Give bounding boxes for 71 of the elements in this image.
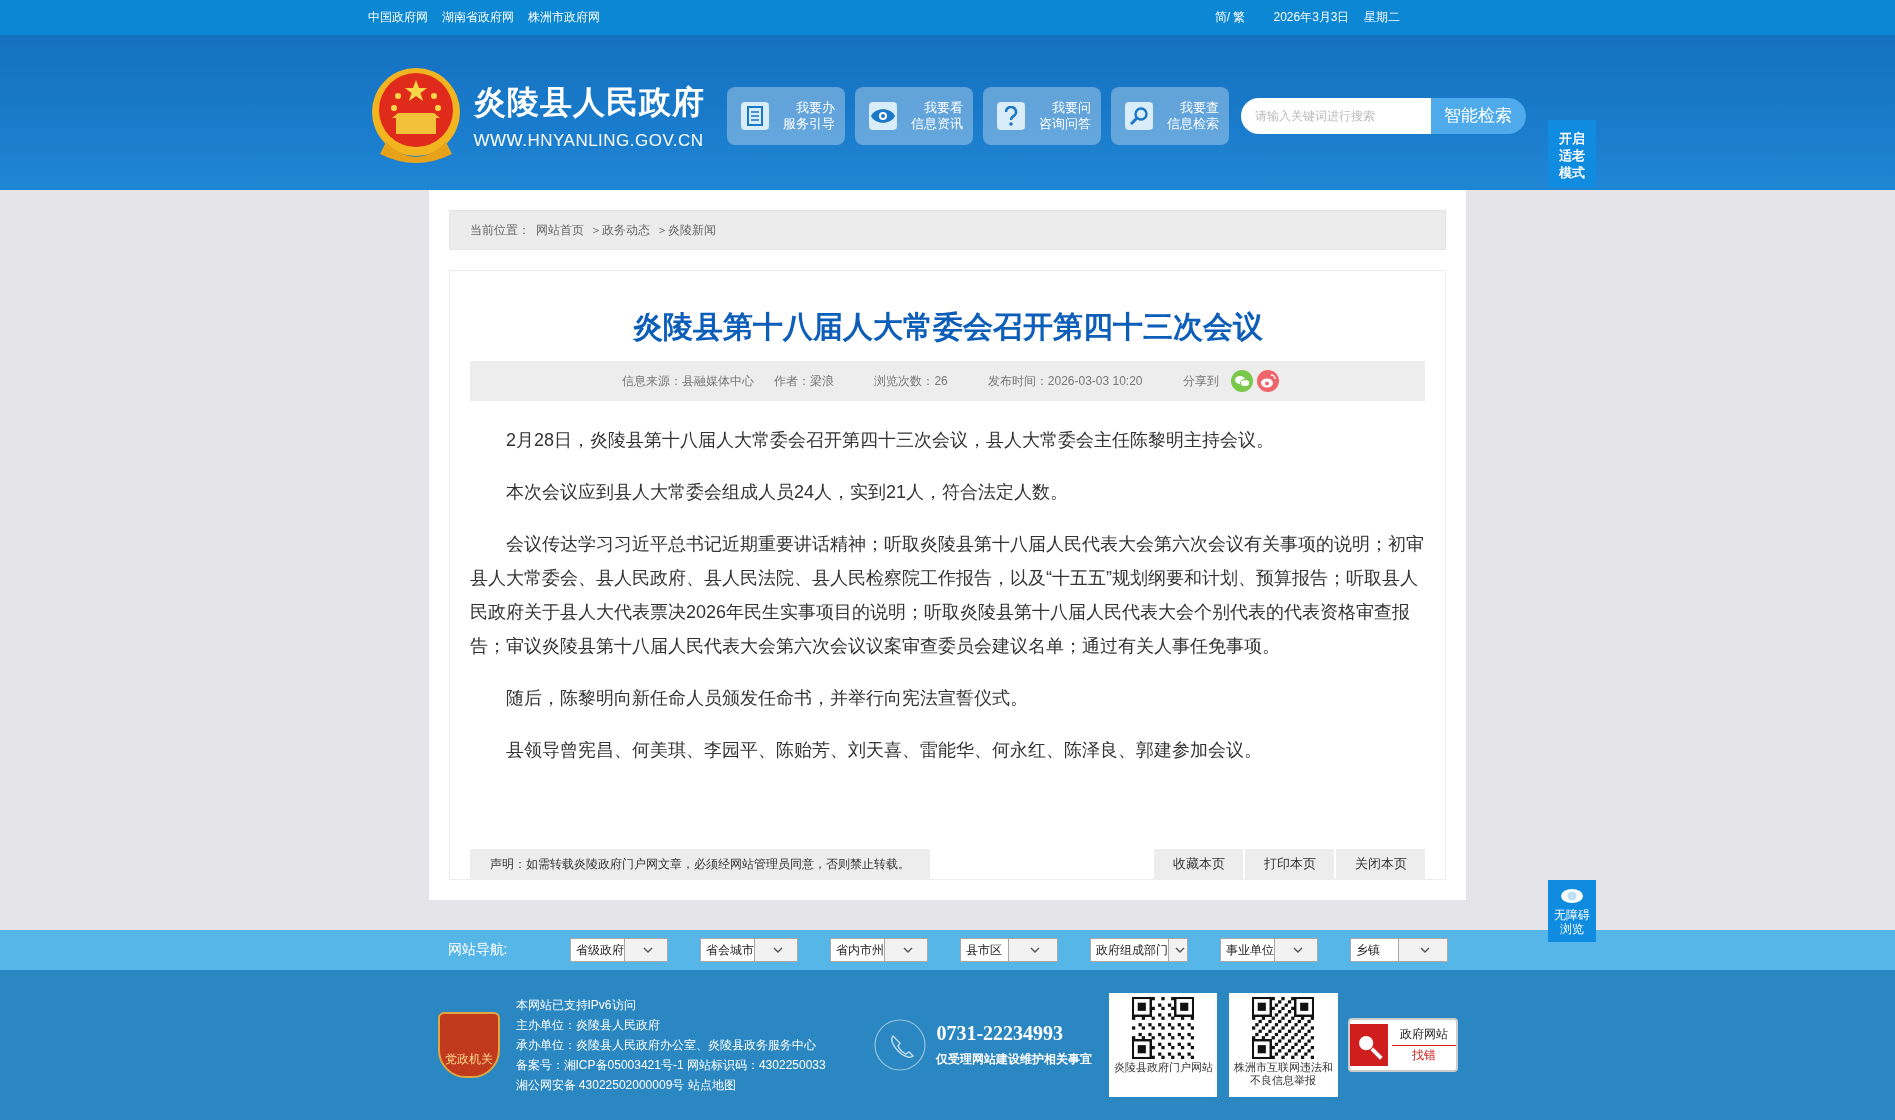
footer-info-line: 本网站已支持IPv6访问: [515, 997, 637, 1014]
qr-code-drawing: [1252, 997, 1315, 1059]
hotline-note: 仅受理网站建设维护相关事宜: [936, 1051, 1093, 1068]
article-paragraph: 2月28日，炎陵县第十八届人大常委会召开第四十三次会议，县人大常委会主任陈黎明主持会议。: [505, 429, 1276, 452]
elder-mode-button[interactable]: 开启适老模式: [1548, 120, 1596, 187]
dropdown-select[interactable]: 事业单位: [1219, 938, 1318, 962]
meta-published: 发布时间：2026-03-03 10:20: [987, 372, 1143, 390]
article-title: 炎陵县第十八届人大常委会召开第四十三次会议: [631, 309, 1264, 345]
share-label: 分享到: [1182, 372, 1219, 390]
dropdown-select[interactable]: 省内市州: [829, 938, 928, 962]
chevron-down-icon: [903, 946, 913, 954]
search-field[interactable]: 请输入关键词进行搜索: [1240, 97, 1431, 134]
footer-info-line: 主办单位：炎陵县人民政府: [515, 1017, 661, 1034]
chevron-down-icon: [1030, 946, 1041, 954]
question-mark-icon: [1003, 105, 1018, 126]
nav-button[interactable]: 我要办 服务引导: [726, 86, 845, 145]
site-nav-label: 网站导航:: [447, 941, 509, 959]
search-icon: [1129, 106, 1148, 125]
chevron-down-icon: [773, 946, 783, 954]
dropdown-select[interactable]: 省会城市: [699, 938, 798, 962]
top-link[interactable]: 株洲市政府网: [527, 9, 600, 26]
top-link[interactable]: 中国政府网: [367, 9, 428, 26]
footer-info-line: 备案号：湘ICP备05003421号-1 网站标识码：4302250033: [515, 1057, 827, 1074]
qr-code-caption: 株洲市互联网违法和不良信息举报: [1232, 1061, 1334, 1087]
document-icon: [746, 105, 763, 126]
page-action-button[interactable]: 收藏本页: [1154, 849, 1243, 879]
site-error-report-button[interactable]: 政府网站 找错: [1347, 1018, 1458, 1072]
qr-code-caption: 炎陵县政府门户网站: [1112, 1061, 1214, 1074]
chevron-down-icon: [1293, 946, 1303, 954]
weekday-text: 星期二: [1363, 9, 1400, 26]
hotline-number: 0731-22234993: [936, 1022, 1065, 1045]
meta-source: 信息来源：县融媒体中心: [622, 372, 755, 390]
breadcrumb-link[interactable]: ＞炎陵新闻: [656, 221, 716, 239]
breadcrumb-link[interactable]: 网站首页: [536, 221, 584, 239]
nav-button[interactable]: 我要看 信息资讯: [854, 86, 973, 145]
accessibility-button[interactable]: 无障碍浏览: [1548, 880, 1596, 942]
reprint-notice: 声明：如需转载炎陵政府门户网文章，必须经网站管理员同意，否则禁止转载。: [470, 849, 930, 879]
breadcrumb-label: 当前位置：: [470, 221, 530, 239]
qr-code-drawing: [1132, 997, 1194, 1059]
footer-info-line: 湘公网安备 43022502000009号 站点地图: [515, 1077, 737, 1094]
magnifier-icon: [1349, 1023, 1388, 1067]
dropdown-select[interactable]: 省级政府: [569, 938, 668, 962]
date-text: 2026年3月3日: [1273, 9, 1350, 26]
chevron-down-icon: [643, 946, 653, 954]
eye-icon: [1560, 888, 1584, 904]
dropdown-select[interactable]: 政府组成部门: [1089, 938, 1188, 962]
meta-author: 作者：梁浪: [774, 372, 835, 390]
article-paragraph: 随后，陈黎明向新任命人员颁发任命书，并举行向宪法宣誓仪式。: [505, 687, 1029, 710]
article-paragraph: 县领导曾宪昌、何美琪、李园平、陈贻芳、刘天喜、雷能华、何永红、陈泽良、郭建参加会议。: [505, 739, 1263, 762]
weibo-share-icon[interactable]: [1256, 370, 1279, 392]
wechat-share-icon[interactable]: [1230, 370, 1253, 392]
site-name: 炎陵县人民政府: [473, 82, 705, 122]
article-paragraph: 本次会议应到县人大常委会组成人员24人，实到21人，符合法定人数。: [505, 481, 1070, 504]
nav-button[interactable]: 我要问 咨询问答: [982, 86, 1101, 145]
eye-icon: [870, 108, 895, 123]
dropdown-select[interactable]: 乡镇: [1349, 938, 1448, 962]
top-link[interactable]: 湖南省政府网: [441, 9, 514, 26]
page-action-button[interactable]: 关闭本页: [1336, 849, 1425, 879]
breadcrumb-link[interactable]: ＞政务动态: [590, 221, 650, 239]
chevron-down-icon: [1420, 946, 1431, 954]
meta-views: 浏览次数：26: [874, 372, 948, 390]
chevron-down-icon: [1175, 946, 1185, 954]
simplified-traditional-link[interactable]: 简/ 繁: [1214, 9, 1246, 26]
party-government-badge: 党政机关: [437, 1012, 500, 1078]
article-paragraph: 会议传达学习习近平总书记近期重要讲话精神；听取炎陵县第十八届人民代表大会第六次会议有关事项的说明；初审县人大常委会、县人民政府、县人民法院、县人民检察院工作报告，以及“十五五”规划纲要和计划、预算报告；听取县人民政府关于县人大代表票决2026年民生实事项目的说明；听取炎陵县第十八届人民代表大会个别代表的代表资格审查报告；审议炎陵县第十八届人民代表大会第六次会议议案审查委员会建议名单；通过有关人事任免事项。: [470, 533, 1425, 658]
phone-icon: [874, 1019, 927, 1071]
page-action-button[interactable]: 打印本页: [1245, 849, 1334, 879]
site-url: WWW.HNYANLING.GOV.CN: [473, 130, 705, 151]
nav-button[interactable]: 我要查 信息检索: [1110, 86, 1229, 145]
footer-info-line: 承办单位：炎陵县人民政府办公室、炎陵县政务服务中心: [515, 1037, 817, 1054]
dropdown-select[interactable]: 县市区: [959, 938, 1058, 962]
